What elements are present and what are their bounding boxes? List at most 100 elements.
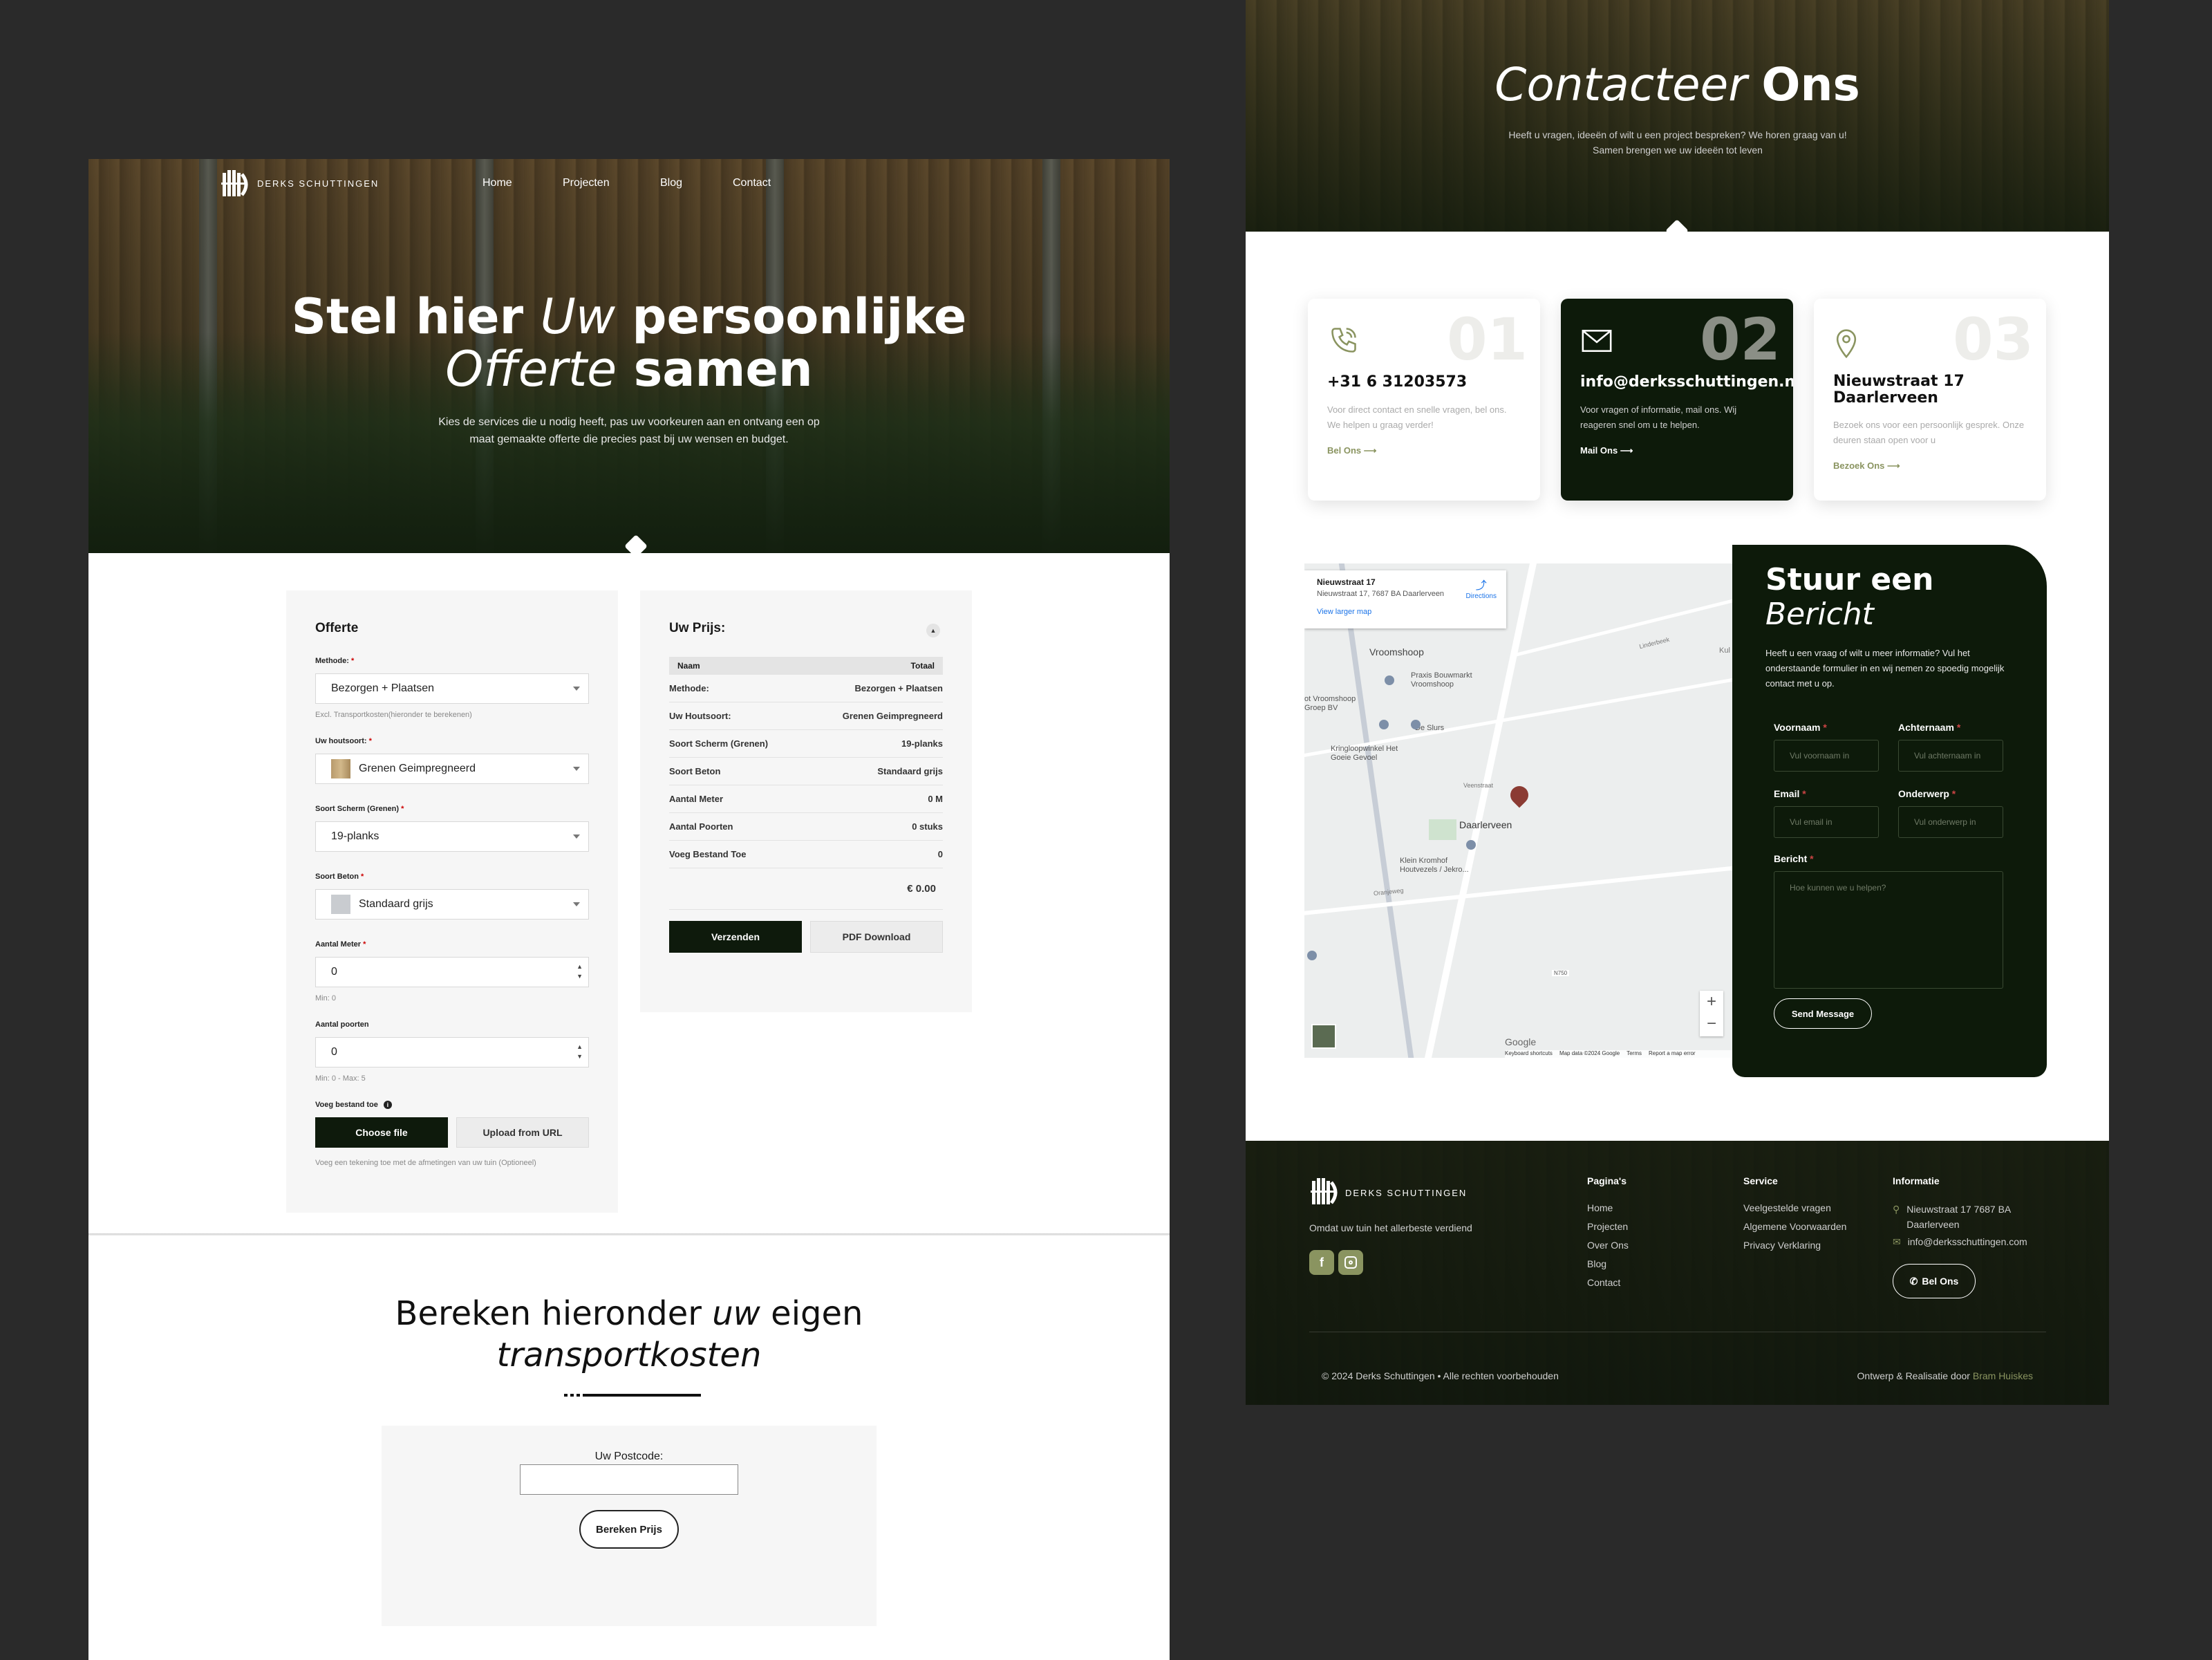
nav-contact[interactable]: Contact (733, 177, 771, 189)
offerte-title: Offerte (315, 621, 359, 635)
logo-icon[interactable] (1309, 1175, 1341, 1210)
satellite-toggle[interactable] (1311, 1024, 1336, 1049)
info-icon[interactable]: i (383, 1101, 392, 1109)
mail-ons-link[interactable]: Mail Ons ⟶ (1580, 445, 1633, 456)
map-poi-icon[interactable] (1307, 951, 1317, 960)
table-row: Voeg Bestand Toe 0 (669, 841, 943, 868)
credit: Ontwerp & Realisatie door Bram Huiskes (1857, 1370, 2033, 1381)
table-row: Uw Houtsoort: Grenen Geimpregneerd (669, 702, 943, 730)
footer-link-privacy[interactable]: Privacy Verklaring (1743, 1236, 1846, 1255)
nav-projecten[interactable]: Projecten (563, 177, 610, 189)
prijs-panel: Uw Prijs: ▲ Naam Totaal Methode: Bezorgen… (640, 590, 972, 1012)
wood-swatch-icon (331, 759, 350, 778)
credit-link[interactable]: Bram Huiskes (1973, 1370, 2033, 1381)
card-number: 03 (1953, 306, 2034, 373)
achternaam-input[interactable]: Vul achternaam in (1898, 740, 2003, 772)
footer-link-voorwaarden[interactable]: Algemene Voorwaarden (1743, 1218, 1846, 1236)
choose-file-button[interactable]: Choose file (315, 1117, 448, 1148)
stepper-icon[interactable]: ▲ ▼ (577, 962, 583, 981)
postcode-input[interactable] (520, 1464, 738, 1495)
bel-ons-button[interactable]: ✆ Bel Ons (1893, 1264, 1976, 1298)
bericht-textarea[interactable]: Hoe kunnen we u helpen? (1774, 871, 2003, 989)
location-marker-icon[interactable] (1506, 782, 1533, 808)
map-label: Praxis Bouwmarkt Vroomshoop (1411, 671, 1472, 689)
hout-select[interactable]: Grenen Geimpregneerd (315, 754, 589, 784)
footer-link-projecten[interactable]: Projecten (1587, 1218, 1629, 1236)
bereken-prijs-button[interactable]: Bereken Prijs (579, 1510, 679, 1549)
instagram-icon[interactable] (1338, 1250, 1363, 1275)
map-poi-icon[interactable] (1466, 840, 1476, 850)
service-list: Veelgestelde vragen Algemene Voorwaarden… (1743, 1199, 1846, 1255)
nav-blog[interactable]: Blog (660, 177, 682, 189)
onderwerp-input[interactable]: Vul onderwerp in (1898, 806, 2003, 838)
footer-link-faq[interactable]: Veelgestelde vragen (1743, 1199, 1846, 1218)
file-label: Voeg bestand toe i (315, 1101, 392, 1109)
footer-email[interactable]: ✉ info@derksschuttingen.com (1893, 1236, 2027, 1248)
meter-hint: Min: 0 (315, 994, 336, 1002)
zoom-controls: + − (1700, 991, 1723, 1036)
bel-ons-link[interactable]: Bel Ons ⟶ (1327, 445, 1376, 456)
upload-url-button[interactable]: Upload from URL (456, 1117, 589, 1148)
map-poi-icon[interactable] (1379, 720, 1389, 729)
address-card[interactable]: 03 Nieuwstraat 17 Daarlerveen Bezoek ons… (1814, 299, 2046, 501)
map-label: Kul (1719, 646, 1730, 655)
directions-button[interactable]: ⤴ Directions (1466, 576, 1497, 600)
col-naam: Naam (677, 661, 700, 671)
facebook-icon[interactable]: f (1309, 1250, 1334, 1275)
footer-link-over-ons[interactable]: Over Ons (1587, 1236, 1629, 1255)
card-number: 02 (1700, 306, 1781, 373)
bezoek-ons-link[interactable]: Bezoek Ons ⟶ (1833, 460, 1900, 472)
pdf-download-button[interactable]: PDF Download (810, 921, 943, 953)
contact-form: Stuur een Bericht Heeft u een vraag of wi… (1732, 545, 2047, 1077)
hout-label: Uw houtsoort: * (315, 737, 372, 745)
voornaam-input[interactable]: Vul voornaam in (1774, 740, 1879, 772)
title-underline (564, 1394, 701, 1397)
mail-icon: ✉ (1893, 1236, 1901, 1247)
chevron-down-icon (573, 902, 580, 906)
poorten-input[interactable]: 0 ▲ ▼ (315, 1037, 589, 1067)
beton-label: Soort Beton * (315, 873, 364, 881)
map-label: Veenstraat (1463, 782, 1494, 789)
map-road (1512, 597, 1736, 658)
service-title: Service (1743, 1175, 1778, 1186)
methode-select[interactable]: Bezorgen + Plaatsen (315, 673, 589, 704)
beton-select[interactable]: Standaard grijs (315, 889, 589, 920)
mail-card[interactable]: 02 info@derksschuttingen.nl Voor vragen … (1561, 299, 1793, 501)
footer-link-blog[interactable]: Blog (1587, 1255, 1629, 1274)
table-row: Aantal Meter 0 M (669, 785, 943, 813)
scherm-label: Soort Scherm (Grenen) * (315, 805, 404, 813)
meter-input[interactable]: 0 ▲ ▼ (315, 957, 589, 987)
table-row: Aantal Poorten 0 stuks (669, 813, 943, 841)
chevron-down-icon (573, 687, 580, 691)
view-larger-map-link[interactable]: View larger map (1317, 608, 1494, 616)
email-input[interactable]: Vul email in (1774, 806, 1879, 838)
card-text: Voor direct contact en snelle vragen, be… (1327, 404, 1507, 430)
zoom-out-button[interactable]: − (1700, 1013, 1723, 1035)
phone-card[interactable]: 01 +31 6 31203573 Voor direct contact en… (1308, 299, 1540, 501)
meter-label: Aantal Meter * (315, 940, 366, 949)
verzenden-button[interactable]: Verzenden (669, 921, 802, 953)
contact-page: Contacteer Ons Heeft u vragen, ideeën of… (1246, 0, 2109, 1405)
google-map[interactable]: Nieuwstraat 17 Nieuwstraat 17, 7687 BA D… (1304, 563, 1736, 1058)
col-totaal: Totaal (910, 661, 935, 671)
zoom-in-button[interactable]: + (1700, 991, 1723, 1013)
prijs-title: Uw Prijs: (669, 621, 726, 635)
concrete-swatch-icon (331, 895, 350, 914)
map-poi-icon[interactable] (1385, 675, 1394, 685)
map-label: Daarlerveen (1459, 819, 1512, 830)
nav-home[interactable]: Home (482, 177, 512, 189)
send-message-button[interactable]: Send Message (1774, 998, 1872, 1029)
google-logo: Google (1505, 1036, 1537, 1047)
footer-link-contact[interactable]: Contact (1587, 1274, 1629, 1292)
footer-link-home[interactable]: Home (1587, 1199, 1629, 1218)
card-title: Nieuwstraat 17 Daarlerveen (1833, 373, 1965, 407)
form-title: Stuur een Bericht (1765, 562, 1934, 632)
logo-icon[interactable] (221, 167, 250, 202)
achternaam-label: Achternaam * (1898, 722, 1961, 733)
map-label: Klein Kromhof Houtvezels / Jekro... (1400, 857, 1469, 874)
stepper-icon[interactable]: ▲ ▼ (577, 1042, 583, 1061)
transport-title: Bereken hieronder uw eigen transportkost… (395, 1294, 863, 1374)
collapse-icon[interactable]: ▲ (926, 624, 940, 637)
scherm-select[interactable]: 19-planks (315, 821, 589, 852)
map-poi-icon[interactable] (1411, 720, 1421, 729)
